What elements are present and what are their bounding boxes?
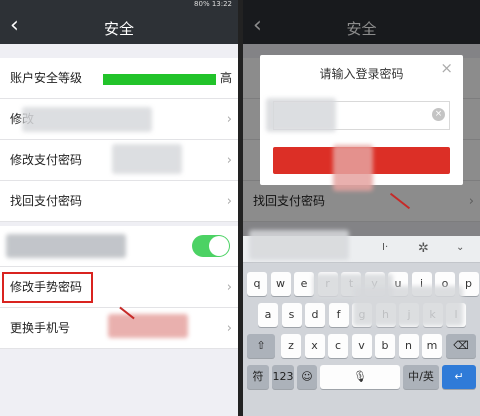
page-title: 安全 <box>103 20 134 38</box>
chevron-right-icon: › <box>226 153 232 168</box>
key-a[interactable]: a <box>258 303 278 327</box>
key-f[interactable]: f <box>328 303 349 327</box>
key-x[interactable]: x <box>304 334 325 358</box>
cursor-icon[interactable]: I· <box>382 242 388 253</box>
key-q[interactable]: q <box>247 272 267 296</box>
blurred-text <box>266 98 336 132</box>
left-screen: 80% 13:22 ‹ 安全 账户安全等级 高 修改 › 修改支付密码 › 找回… <box>0 0 238 416</box>
backspace-key[interactable]: ⌫ <box>446 334 476 358</box>
toggle-knob <box>209 236 229 256</box>
account-level-label: 账户安全等级 <box>10 71 83 85</box>
soft-keyboard: I· ✲ ⌄ qwertyuiopasdfghjkl⇧zxcvbnm⌫符123☺… <box>243 230 480 416</box>
change-phone-row[interactable]: 更换手机号 › <box>0 308 238 349</box>
chevron-right-icon: › <box>226 112 232 127</box>
gesture-toggle-row <box>0 226 238 267</box>
confirm-button[interactable] <box>273 145 450 191</box>
key-e[interactable]: e <box>294 272 314 296</box>
keyboard-toolbar: I· ✲ ⌄ <box>243 230 480 263</box>
dialog-title: 请输入登录密码 <box>319 67 404 81</box>
blurred-overlay <box>108 314 188 338</box>
shift-key[interactable]: ⇧ <box>247 334 275 358</box>
blurred-text <box>249 230 349 260</box>
key-n[interactable]: n <box>398 334 419 358</box>
key-s[interactable]: s <box>281 303 302 327</box>
change-phone-label: 更换手机号 <box>10 321 71 335</box>
blurred-overlay <box>112 144 182 174</box>
password-dialog: 请输入登录密码 × × <box>260 55 463 191</box>
chevron-down-icon[interactable]: ⌄ <box>456 242 464 253</box>
key-m[interactable]: m <box>422 334 442 358</box>
blurred-text <box>6 234 126 258</box>
symbol-key[interactable]: 符 <box>247 365 269 389</box>
clear-input-icon[interactable]: × <box>432 108 445 121</box>
key-b[interactable]: b <box>375 334 395 358</box>
recover-pay-password-row[interactable]: 找回支付密码 › <box>0 181 238 222</box>
highlight-box <box>2 272 93 303</box>
space-key[interactable]: 🎙 <box>320 365 400 389</box>
key-d[interactable]: d <box>305 303 325 327</box>
blurred-text <box>22 107 152 132</box>
chevron-right-icon: › <box>226 194 232 209</box>
blurred-overlay <box>353 286 463 326</box>
key-w[interactable]: w <box>270 272 291 296</box>
recover-pay-label: 找回支付密码 <box>10 194 83 208</box>
gear-icon[interactable]: ✲ <box>418 241 429 256</box>
close-icon[interactable]: × <box>440 59 453 77</box>
enter-key[interactable]: ↵ <box>442 365 476 389</box>
security-level-bar <box>103 74 216 85</box>
right-screen: ‹ 安全 找回支付密码 › 请输入登录密码 × × I· ✲ ⌄ qwertyu… <box>243 0 480 416</box>
key-c[interactable]: c <box>328 334 348 358</box>
language-key[interactable]: 中/英 <box>403 365 439 389</box>
gesture-toggle[interactable] <box>192 235 230 257</box>
blurred-overlay <box>333 145 373 191</box>
key-z[interactable]: z <box>281 334 301 358</box>
change-pay-label: 修改支付密码 <box>10 153 83 167</box>
chevron-right-icon: › <box>226 280 232 295</box>
change-login-password-row[interactable]: 修改 › <box>0 99 238 140</box>
change-gesture-password-row[interactable]: 修改手势密码 › <box>0 267 238 308</box>
account-security-level-row: 账户安全等级 高 <box>0 58 238 99</box>
security-level-value: 高 <box>219 71 232 85</box>
password-input[interactable]: × <box>266 98 450 132</box>
change-pay-password-row[interactable]: 修改支付密码 › <box>0 140 238 181</box>
number-key[interactable]: 123 <box>272 365 294 389</box>
key-v[interactable]: v <box>351 334 372 358</box>
emoji-key[interactable]: ☺ <box>297 365 317 389</box>
chevron-right-icon: › <box>226 321 232 336</box>
status-bar: 80% 13:22 <box>0 0 238 9</box>
title-bar: ‹ 安全 <box>0 9 238 44</box>
